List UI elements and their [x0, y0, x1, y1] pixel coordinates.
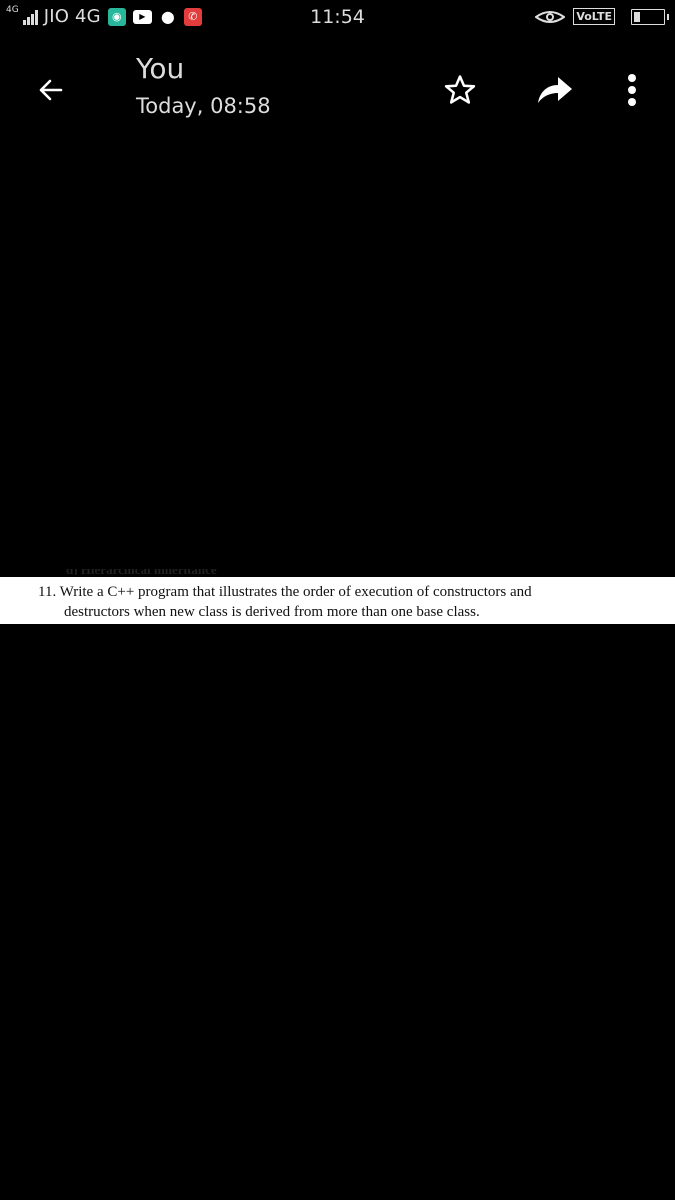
- question-line-1: 11. Write a C++ program that illustrates…: [38, 584, 532, 600]
- star-icon: [444, 75, 476, 104]
- more-vert-icon: [628, 74, 636, 106]
- share-forward-icon: [538, 77, 572, 103]
- status-right: VoLTE: [535, 8, 669, 25]
- share-button[interactable]: [534, 70, 574, 110]
- viewer-header: You Today, 08:58: [0, 40, 675, 140]
- sender-title: You: [136, 52, 185, 85]
- battery-icon: [631, 8, 669, 25]
- back-button[interactable]: [33, 72, 69, 108]
- more-options-button[interactable]: [612, 70, 652, 110]
- question-line-2: destructors when new class is derived fr…: [64, 604, 480, 620]
- star-button[interactable]: [440, 70, 480, 110]
- cropped-heading: d) Hierarchical inheritance: [66, 569, 217, 575]
- back-arrow-icon: [39, 79, 63, 101]
- status-bar: 4G JIO 4G ◉ ▶ ● ✆ 11:54 VoLTE: [0, 0, 675, 36]
- attached-image[interactable]: d) Hierarchical inheritance 11. Write a …: [0, 569, 675, 624]
- eye-comfort-icon: [535, 10, 566, 23]
- battery-level: [634, 11, 640, 22]
- volte-badge: VoLTE: [573, 8, 615, 25]
- timestamp: Today, 08:58: [136, 94, 271, 118]
